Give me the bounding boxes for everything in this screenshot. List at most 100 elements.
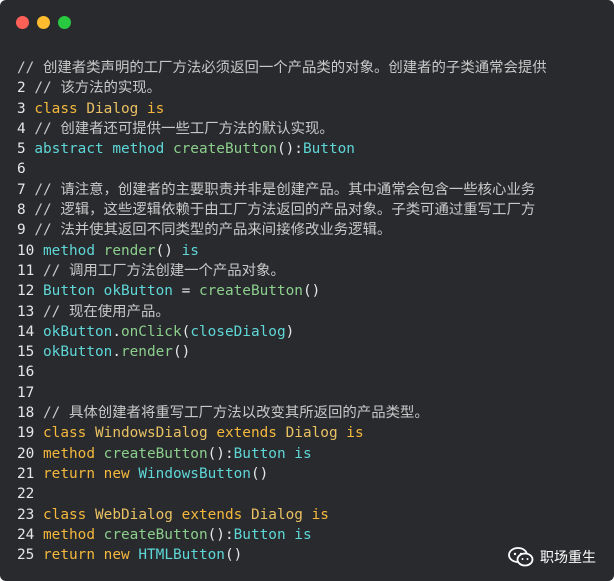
code-line: 22: [17, 484, 611, 504]
close-window-button[interactable]: [16, 16, 29, 29]
code-token: (): [172, 344, 191, 361]
code-line: 8 // 逻辑，这些逻辑依赖于由工厂方法返回的产品对象。子类可通过重写工厂方: [17, 200, 611, 220]
code-token: is: [294, 445, 312, 462]
code-line: 7 // 请注意，创建者的主要职责并非是创建产品。其中通常会包含一些核心业务: [17, 180, 611, 200]
code-token: WindowsDialog: [95, 425, 208, 442]
code-line: 2 // 该方法的实现。: [17, 78, 611, 98]
code-token: // 现在使用产品。: [43, 303, 170, 320]
code-token: return: [43, 465, 95, 482]
code-token: Button: [233, 445, 286, 462]
code-token: return: [43, 547, 95, 564]
code-token: ():: [207, 445, 234, 462]
code-token: ): [285, 323, 295, 340]
watermark: 职场重生: [508, 547, 596, 567]
code-token: // 具体创建者将重写工厂方法以改变其所返回的产品类型。: [43, 405, 429, 422]
code-line: 3 class Dialog is: [17, 99, 611, 119]
code-token: // 逻辑，这些逻辑依赖于由工厂方法返回的产品对象。子类可通过重写工厂方: [34, 202, 536, 219]
code-line: 19 class WindowsDialog extends Dialog is: [17, 423, 611, 443]
code-token: method: [112, 141, 165, 158]
code-token: createButton: [103, 526, 208, 543]
line-number: 20: [17, 445, 35, 462]
code-token: closeDialog: [190, 323, 286, 340]
line-number: 5: [17, 141, 26, 158]
line-number: 10: [17, 242, 35, 259]
line-number: 18: [17, 405, 35, 422]
code-token: Button: [302, 141, 355, 158]
code-line: 16: [17, 362, 611, 382]
zoom-window-button[interactable]: [58, 16, 71, 29]
code-token: createButton: [103, 445, 208, 462]
code-token: ():: [207, 526, 234, 543]
line-number: 15: [17, 344, 35, 361]
line-number: 14: [17, 323, 35, 340]
code-token: is: [294, 526, 312, 543]
code-token: method: [43, 242, 95, 259]
code-listing: // 创建者类声明的工厂方法必须返回一个产品类的对象。创建者的子类通常会提供 2 …: [17, 58, 611, 565]
line-number: 25: [17, 547, 35, 564]
code-token: class: [34, 100, 78, 117]
minimize-window-button[interactable]: [37, 16, 50, 29]
code-token: WindowsButton: [138, 465, 251, 482]
code-token: is: [181, 242, 199, 259]
code-line: 9 // 法并使其返回不同类型的产品来间接修改业务逻辑。: [17, 220, 611, 240]
code-token: is: [311, 506, 329, 523]
line-number: 11: [17, 262, 35, 279]
code-token: render: [120, 344, 173, 361]
code-token: method: [43, 526, 95, 543]
code-token: WebDialog: [95, 506, 173, 523]
code-token: extends: [181, 506, 243, 523]
code-line: 11 // 调用工厂方法创建一个产品对象。: [17, 261, 611, 281]
line-number: 23: [17, 506, 35, 523]
line-number: 16: [17, 364, 35, 381]
code-token: is: [346, 425, 364, 442]
code-token: class: [43, 425, 87, 442]
code-token: okButton: [103, 283, 173, 300]
code-window: // 创建者类声明的工厂方法必须返回一个产品类的对象。创建者的子类通常会提供 2 …: [0, 0, 614, 581]
window-titlebar: [0, 0, 614, 44]
code-token: method: [43, 445, 95, 462]
line-number: 22: [17, 486, 35, 503]
line-number: 7: [17, 181, 26, 198]
code-token: // 该方法的实现。: [34, 80, 162, 97]
line-number: 4: [17, 120, 26, 137]
code-line: 17: [17, 383, 611, 403]
line-number: 19: [17, 425, 35, 442]
code-token: createButton: [172, 141, 277, 158]
code-line: 6: [17, 159, 611, 179]
code-token: (): [302, 283, 321, 300]
code-line: 18 // 具体创建者将重写工厂方法以改变其所返回的产品类型。: [17, 403, 611, 423]
code-line: 14 okButton.onClick(closeDialog): [17, 322, 611, 342]
code-line: 13 // 现在使用产品。: [17, 302, 611, 322]
line-number: 12: [17, 283, 35, 300]
line-number: 3: [17, 100, 26, 117]
code-token: .: [112, 323, 121, 340]
code-line: 10 method render() is: [17, 241, 611, 261]
code-token: new: [103, 547, 130, 564]
code-line: 23 class WebDialog extends Dialog is: [17, 505, 611, 525]
code-token: ():: [276, 141, 303, 158]
code-token: (): [224, 547, 243, 564]
code-token: // 创建者还可提供一些工厂方法的默认实现。: [34, 120, 334, 137]
line-number: 8: [17, 202, 26, 219]
code-token: is: [147, 100, 165, 117]
watermark-label: 职场重生: [540, 550, 596, 566]
code-line: // 创建者类声明的工厂方法必须返回一个产品类的对象。创建者的子类通常会提供: [17, 58, 611, 78]
line-number: 9: [17, 222, 26, 239]
code-line: 20 method createButton():Button is: [17, 444, 611, 464]
code-token: abstract: [34, 141, 104, 158]
line-number: 24: [17, 526, 35, 543]
code-line: 24 method createButton():Button is: [17, 525, 611, 545]
code-token: class: [43, 506, 87, 523]
code-token: okButton: [43, 344, 113, 361]
